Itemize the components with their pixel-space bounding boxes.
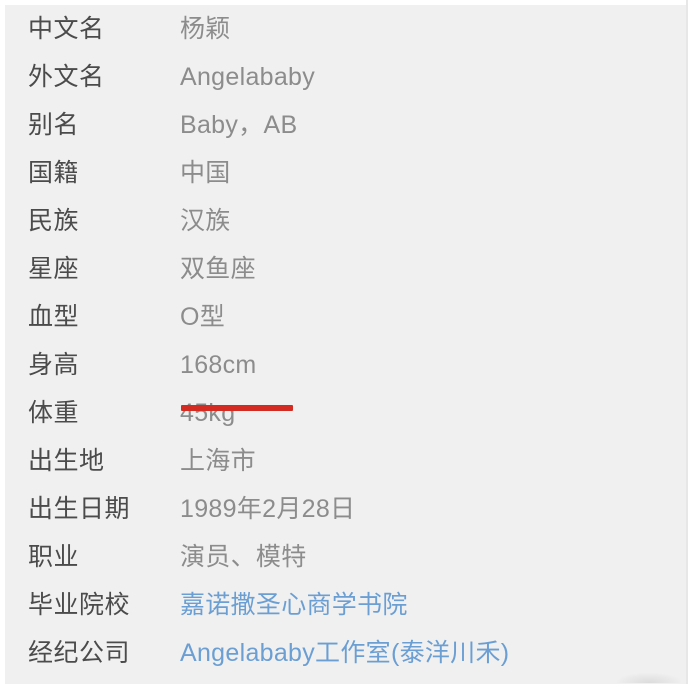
info-row-value: 45kg xyxy=(180,399,236,427)
info-row: 星座 双鱼座 xyxy=(5,245,686,293)
info-row: 外文名 Angelababy xyxy=(5,53,686,101)
info-row: 身高 168cm xyxy=(5,341,686,389)
info-row: 出生日期 1989年2月28日 xyxy=(5,485,686,533)
info-row-label: 身高 xyxy=(28,351,80,379)
info-row: 中文名 杨颖 xyxy=(5,5,686,53)
info-row-value: 演员、模特 xyxy=(180,543,307,571)
info-row: 别名 Baby，AB xyxy=(5,101,686,149)
info-row-label: 经纪公司 xyxy=(28,639,131,667)
info-row-label: 出生日期 xyxy=(28,495,131,523)
info-row: 出生地 上海市 xyxy=(5,437,686,485)
info-row: 血型 O型 xyxy=(5,293,686,341)
page-fold-artifact xyxy=(617,673,681,683)
right-edge-divider xyxy=(686,0,688,687)
info-row-value: Baby，AB xyxy=(180,111,298,139)
info-table: 中文名 杨颖外文名 Angelababy 别名 Baby，AB 国籍 中国民族 汉族星座 双鱼座… xyxy=(5,5,686,677)
info-row: 民族 汉族 xyxy=(5,197,686,245)
info-row-value-link[interactable]: Angelababy工作室(泰洋川禾) xyxy=(180,629,509,677)
info-row-label: 民族 xyxy=(28,207,80,235)
info-row-label: 出生地 xyxy=(28,447,105,475)
info-row-value: O型 xyxy=(180,303,226,331)
info-row-value: 1989年2月28日 xyxy=(180,495,356,523)
info-row-value: 168cm xyxy=(180,351,257,379)
info-row-label: 外文名 xyxy=(28,63,105,91)
info-row-label: 体重 xyxy=(28,399,80,427)
info-row-label: 别名 xyxy=(28,111,80,139)
info-row-value: 中国 xyxy=(180,159,231,187)
info-row: 毕业院校 嘉诺撒圣心商学书院 xyxy=(5,581,686,629)
info-row-value: 上海市 xyxy=(180,447,256,475)
info-row-label: 毕业院校 xyxy=(28,591,131,619)
info-row: 国籍 中国 xyxy=(5,149,686,197)
info-row: 经纪公司 Angelababy工作室(泰洋川禾) xyxy=(5,629,686,677)
info-row-value-link[interactable]: 嘉诺撒圣心商学书院 xyxy=(180,581,408,629)
height-highlight-underline xyxy=(181,405,293,411)
info-row-value: 汉族 xyxy=(180,207,231,235)
info-row-label: 中文名 xyxy=(28,15,105,43)
info-row-value: 双鱼座 xyxy=(180,255,256,283)
info-row-label: 国籍 xyxy=(28,159,80,187)
info-row-value: Angelababy xyxy=(180,63,316,91)
info-row: 职业 演员、模特 xyxy=(5,533,686,581)
infobox-panel: 中文名 杨颖外文名 Angelababy 别名 Baby，AB 国籍 中国民族 汉族星座 双鱼座… xyxy=(5,5,686,687)
info-row-label: 血型 xyxy=(28,303,80,331)
info-row-label: 职业 xyxy=(28,543,80,571)
info-row-label: 星座 xyxy=(28,255,80,283)
info-row: 体重 45kg xyxy=(5,389,686,437)
info-row-value: 杨颖 xyxy=(180,15,231,43)
